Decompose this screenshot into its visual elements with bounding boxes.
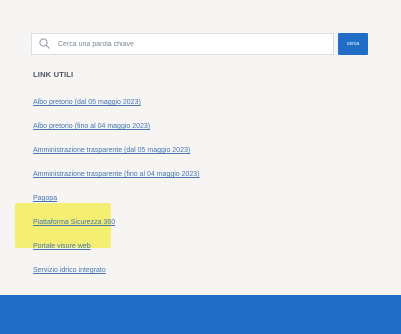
- list-item: Amministrazione trasparente (fino al 04 …: [33, 163, 200, 187]
- link-albo-pretorio-old[interactable]: Albo pretorio (fino al 04 maggio 2023): [33, 123, 150, 130]
- list-item: Piattaforma Sicurezza 360: [33, 211, 200, 235]
- list-item: Pagopa: [33, 187, 200, 211]
- list-item: Albo pretorio (fino al 04 maggio 2023): [33, 115, 200, 139]
- list-item: Amministrazione trasparente (dal 05 magg…: [33, 139, 200, 163]
- list-item: Portale visure web: [33, 235, 200, 259]
- list-item: Albo pretorio (dal 05 maggio 2023): [33, 91, 200, 115]
- list-item: Servizio idrico integrato: [33, 259, 200, 283]
- footer-band: [0, 295, 401, 334]
- link-amministrazione-trasparente-new[interactable]: Amministrazione trasparente (dal 05 magg…: [33, 147, 190, 154]
- link-portale-visure[interactable]: Portale visure web: [33, 243, 91, 250]
- link-piattaforma-sicurezza[interactable]: Piattaforma Sicurezza 360: [33, 219, 115, 226]
- search-button[interactable]: cerca: [338, 33, 368, 55]
- page: cerca LINK UTILI Albo pretorio (dal 05 m…: [0, 0, 401, 334]
- link-albo-pretorio-new[interactable]: Albo pretorio (dal 05 maggio 2023): [33, 99, 141, 106]
- useful-links-list: Albo pretorio (dal 05 maggio 2023) Albo …: [33, 91, 200, 283]
- search-input[interactable]: [58, 40, 298, 48]
- link-amministrazione-trasparente-old[interactable]: Amministrazione trasparente (fino al 04 …: [33, 171, 200, 178]
- search-icon: [38, 37, 52, 51]
- link-servizio-idrico[interactable]: Servizio idrico integrato: [33, 267, 106, 274]
- links-section-title: LINK UTILI: [33, 70, 74, 79]
- link-pagopa[interactable]: Pagopa: [33, 195, 57, 202]
- search-bar: [31, 33, 334, 55]
